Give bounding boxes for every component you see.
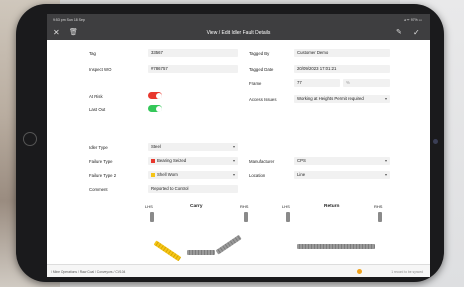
chevron-down-icon: ▾: [384, 158, 387, 163]
access-issues-select[interactable]: Working at Heights Permit required ▾: [294, 95, 390, 103]
carry-center-idler[interactable]: [187, 250, 215, 255]
at-risk-toggle[interactable]: [148, 92, 162, 99]
carry-lhs-label: LHS: [145, 204, 153, 209]
chevron-down-icon: ▾: [232, 144, 235, 149]
status-indicators: ◂ ᯤ 97% ▭: [403, 18, 422, 22]
page-title: View / Edit Idler Fault Details: [206, 30, 271, 36]
sync-status-icon: [357, 269, 362, 274]
last-out-label: Last Out: [89, 107, 106, 112]
return-rhs-label: RHS: [374, 204, 383, 209]
location-select[interactable]: Line ▾: [294, 171, 390, 179]
carry-rhs-label: RHS: [240, 204, 249, 209]
chevron-down-icon: ▾: [384, 172, 387, 177]
tagged-date-field[interactable]: 20/09/2023 17:01:21: [294, 65, 390, 73]
return-lhs-marker[interactable]: [286, 212, 290, 222]
tagged-date-label: Tagged Date: [249, 67, 274, 72]
failure-type-2-label: Failure Type 2: [89, 173, 117, 178]
breadcrumb: / Mine Operations / Raw Coal / Conveyors…: [51, 270, 126, 274]
manufacturer-select[interactable]: CPS ▾: [294, 157, 390, 165]
manufacturer-value: CPS: [297, 158, 306, 163]
app-screen: 9:53 pm Sun 18 Sep ◂ ᯤ 97% ▭ ✕ 🗑 View / …: [47, 14, 430, 277]
chevron-down-icon: ▾: [384, 96, 387, 101]
access-issues-value: Working at Heights Permit required: [297, 96, 364, 101]
idler-type-select[interactable]: Steel ▾: [148, 143, 238, 151]
idler-type-label: Idler Type: [89, 145, 108, 150]
check-icon[interactable]: ✓: [413, 28, 420, 38]
sync-status-text[interactable]: 1 record to be synced: [391, 270, 423, 274]
at-risk-label: At Risk: [89, 94, 103, 99]
manufacturer-label: Manufacturer: [249, 159, 275, 164]
location-label: Location: [249, 173, 266, 178]
failure-type-2-value: Shell Worn: [157, 172, 178, 177]
chevron-down-icon: ▾: [232, 172, 235, 177]
carry-rhs-marker[interactable]: [244, 212, 248, 222]
inspect-wo-field[interactable]: #786757: [148, 65, 238, 73]
return-rhs-marker[interactable]: [378, 212, 382, 222]
failure-type-2-swatch: [151, 172, 155, 177]
footer-bar: / Mine Operations / Raw Coal / Conveyors…: [47, 264, 430, 277]
carry-right-idler[interactable]: [215, 234, 242, 255]
failure-type-swatch: [151, 158, 155, 163]
status-time: 9:53 pm Sun 18 Sep: [53, 18, 85, 22]
return-idler[interactable]: [297, 244, 375, 249]
idler-type-value: Steel: [151, 144, 161, 149]
tag-field[interactable]: 33567: [148, 49, 238, 57]
comment-label: Comment: [89, 187, 108, 192]
tagged-by-field[interactable]: Customer Demo: [294, 49, 390, 57]
comment-field[interactable]: Reported to Control: [148, 185, 238, 193]
return-lhs-label: LHS: [282, 204, 290, 209]
failure-type-label: Failure Type: [89, 159, 113, 164]
carry-left-idler[interactable]: [153, 240, 182, 262]
title-bar: ✕ 🗑 View / Edit Idler Fault Details ✎ ✓: [47, 26, 430, 40]
home-button[interactable]: [23, 132, 37, 146]
pencil-icon[interactable]: ✎: [396, 28, 402, 38]
location-value: Line: [297, 172, 306, 177]
failure-type-2-select[interactable]: Shell Worn ▾: [148, 171, 238, 179]
frame-percent-field[interactable]: %: [343, 79, 390, 87]
return-title: Return: [324, 204, 340, 209]
failure-type-value: Bearing Seized: [157, 158, 187, 163]
carry-lhs-marker[interactable]: [150, 212, 154, 222]
camera-icon: [433, 139, 438, 144]
inspect-wo-label: Inspect WO: [89, 67, 112, 72]
tag-label: Tag: [89, 51, 96, 56]
tagged-by-label: Tagged By: [249, 51, 270, 56]
last-out-toggle[interactable]: [148, 105, 162, 112]
access-issues-label: Access Issues: [249, 97, 277, 102]
frame-field[interactable]: 77: [294, 79, 340, 87]
status-bar: 9:53 pm Sun 18 Sep ◂ ᯤ 97% ▭: [47, 14, 430, 26]
carry-title: Carry: [190, 204, 203, 209]
frame-label: Frame: [249, 81, 262, 86]
failure-type-select[interactable]: Bearing Seized ▾: [148, 157, 238, 165]
chevron-down-icon: ▾: [232, 158, 235, 163]
